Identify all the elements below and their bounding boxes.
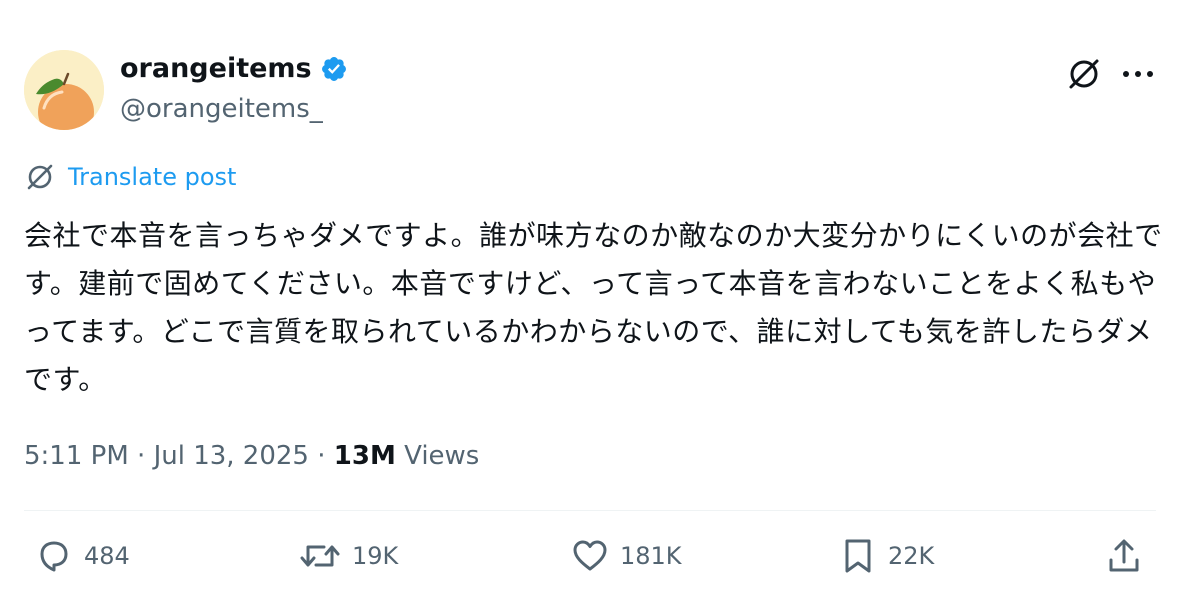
like-count: 181K [620, 542, 682, 570]
verified-badge-icon[interactable] [320, 55, 348, 83]
post-time[interactable]: 5:11 PM [24, 441, 129, 471]
meta-separator: · [137, 441, 146, 471]
repost-icon [298, 536, 342, 576]
author-handle[interactable]: @orangeitems_ [120, 92, 323, 126]
display-name[interactable]: orangeitems [120, 52, 312, 86]
grok-icon[interactable] [1064, 54, 1104, 94]
translate-icon [24, 161, 56, 193]
views-label: Views [404, 441, 480, 471]
views-count: 13M [333, 441, 396, 471]
bookmark-button[interactable]: 22K [838, 536, 934, 576]
avatar[interactable] [24, 50, 104, 130]
repost-button[interactable]: 19K [298, 536, 398, 576]
reply-icon [34, 536, 74, 576]
divider [24, 510, 1156, 511]
reply-count: 484 [84, 542, 130, 570]
translate-post-row[interactable]: Translate post [24, 160, 236, 194]
bookmark-icon [838, 536, 878, 576]
meta-separator: · [317, 441, 326, 471]
reply-button[interactable]: 484 [34, 536, 130, 576]
share-icon [1104, 536, 1144, 576]
author-name-row: orangeitems [120, 52, 348, 86]
post-date[interactable]: Jul 13, 2025 [154, 441, 309, 471]
orange-avatar-image [24, 50, 104, 130]
like-button[interactable]: 181K [570, 536, 682, 576]
post-text: 会社で本音を言っちゃダメですよ。誰が味方なのか敵なのか大変分かりにくいのが会社で… [24, 219, 1163, 396]
bookmark-count: 22K [888, 542, 935, 570]
share-button[interactable] [1104, 536, 1144, 576]
translate-post-link[interactable]: Translate post [68, 160, 236, 194]
repost-count: 19K [352, 542, 399, 570]
heart-icon [570, 536, 610, 576]
post-meta: 5:11 PM · Jul 13, 2025 · 13M Views [24, 436, 479, 476]
more-icon[interactable] [1118, 56, 1158, 92]
